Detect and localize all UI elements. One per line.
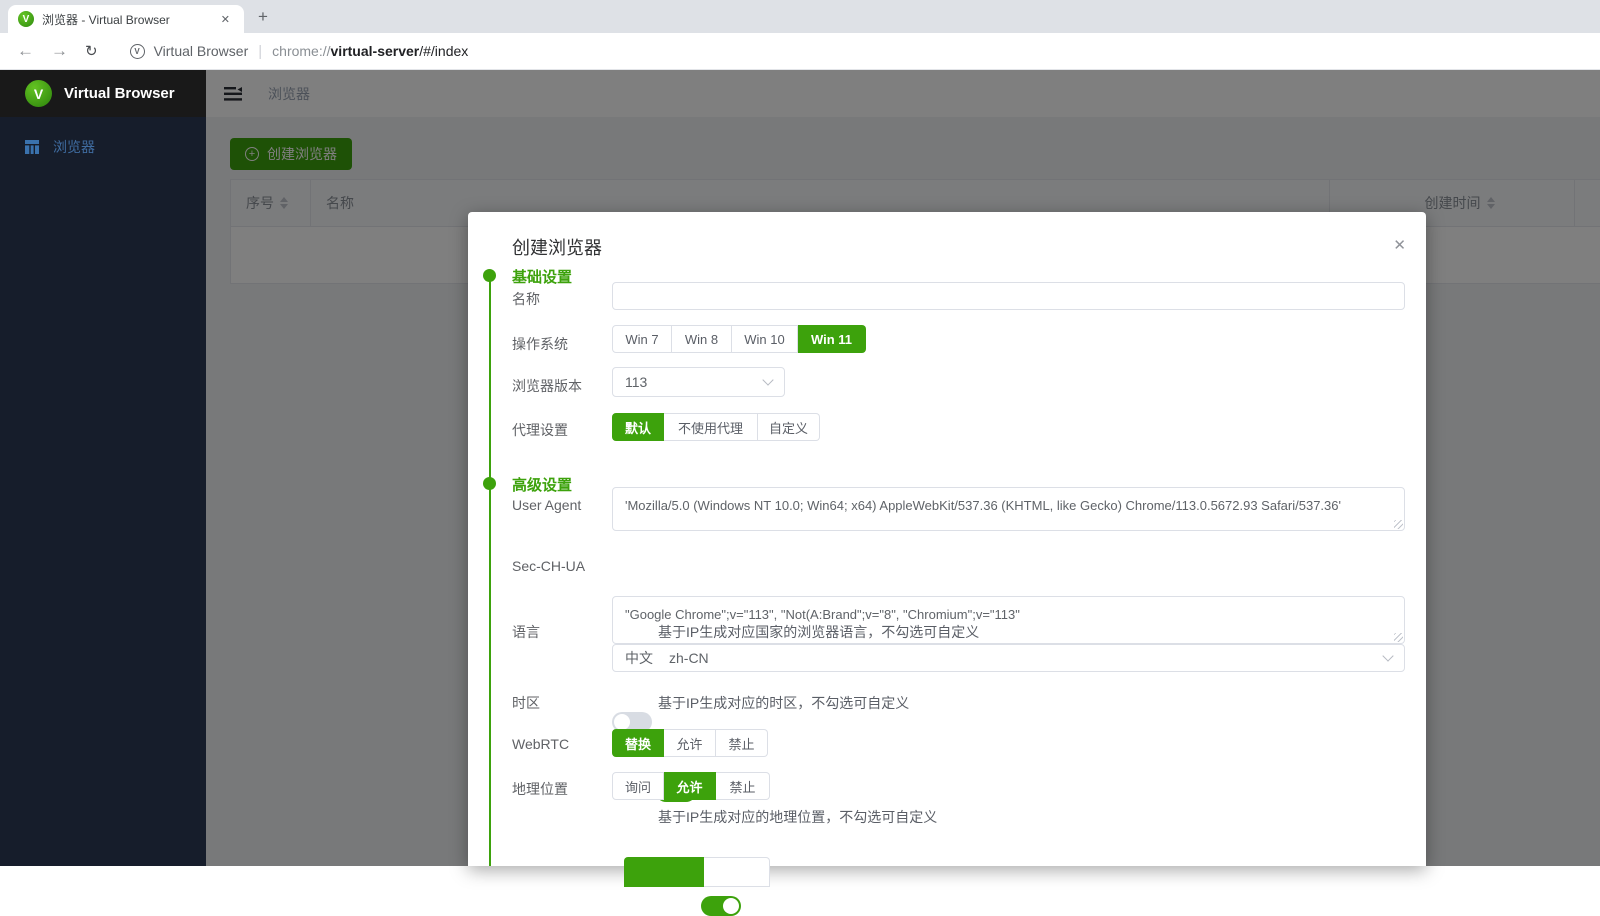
webrtc-option-forbid[interactable]: 禁止 — [716, 729, 768, 757]
table-grid-icon — [25, 140, 39, 154]
chevron-down-icon — [762, 374, 773, 385]
os-option-win8[interactable]: Win 8 — [672, 325, 732, 353]
proxy-button-group: 默认 不使用代理 自定义 — [612, 413, 820, 441]
geolocation-label: 地理位置 — [512, 779, 608, 799]
close-icon[interactable]: ✕ — [1393, 236, 1406, 254]
tab-close-icon[interactable]: ✕ — [217, 11, 234, 28]
tab-title: 浏览器 - Virtual Browser — [42, 11, 217, 28]
back-icon[interactable]: ← — [17, 41, 34, 61]
user-agent-label: User Agent — [512, 497, 608, 513]
proxy-option-custom[interactable]: 自定义 — [758, 413, 820, 441]
partial-selected-button[interactable] — [624, 857, 704, 887]
dialog-title: 创建浏览器 — [512, 234, 602, 260]
section-dot — [483, 477, 496, 490]
url-scheme: chrome:// — [272, 43, 330, 59]
language-label: 语言 — [512, 622, 608, 642]
version-value: 113 — [625, 374, 764, 390]
partial-button[interactable] — [704, 857, 770, 887]
geolocation-hint: 基于IP生成对应的地理位置，不勾选可自定义 — [658, 807, 937, 827]
timezone-label: 时区 — [512, 693, 608, 713]
omnibox-separator: | — [258, 43, 262, 60]
site-badge-icon: V — [130, 44, 145, 59]
new-tab-button[interactable]: + — [252, 6, 274, 28]
user-agent-field-wrap: 'Mozilla/5.0 (Windows NT 10.0; Win64; x6… — [612, 487, 1405, 531]
address-bar[interactable]: chrome://virtual-server/#/index — [272, 43, 468, 59]
forward-icon[interactable]: → — [51, 41, 68, 61]
sidebar-item-browsers[interactable]: 浏览器 — [0, 127, 206, 167]
sec-ch-ua-label: Sec-CH-UA — [512, 558, 608, 574]
geo-option-ask[interactable]: 询问 — [612, 772, 664, 800]
language-code: zh-CN — [669, 650, 1384, 666]
os-option-win7[interactable]: Win 7 — [612, 325, 672, 353]
sidebar: V Virtual Browser 浏览器 — [0, 70, 206, 866]
browser-toolbar: ← → ↻ V Virtual Browser | chrome://virtu… — [0, 33, 1600, 70]
tab-bar: V 浏览器 - Virtual Browser ✕ + — [0, 0, 1600, 33]
geo-option-allow[interactable]: 允许 — [664, 772, 716, 800]
user-agent-textarea[interactable]: 'Mozilla/5.0 (Windows NT 10.0; Win64; x6… — [612, 487, 1405, 531]
webrtc-option-allow[interactable]: 允许 — [664, 729, 716, 757]
reload-icon[interactable]: ↻ — [85, 42, 98, 60]
version-select[interactable]: 113 — [612, 367, 785, 397]
language-value: 中文 — [625, 648, 653, 668]
webrtc-button-group: 替换 允许 禁止 — [612, 729, 768, 757]
webrtc-label: WebRTC — [512, 736, 608, 752]
os-button-group: Win 7 Win 8 Win 10 Win 11 — [612, 325, 866, 353]
favicon-icon: V — [18, 11, 34, 27]
proxy-label: 代理设置 — [512, 420, 608, 440]
chevron-down-icon — [1382, 650, 1393, 661]
url-path: /#/index — [419, 43, 468, 59]
section-heading-basic: 基础设置 — [512, 266, 572, 287]
name-label: 名称 — [512, 289, 608, 309]
proxy-option-none[interactable]: 不使用代理 — [664, 413, 758, 441]
section-heading-advanced: 高级设置 — [512, 474, 572, 495]
version-label: 浏览器版本 — [512, 376, 608, 396]
os-option-win11[interactable]: Win 11 — [798, 325, 866, 353]
geolocation-toggle[interactable] — [701, 896, 741, 916]
brand-header: V Virtual Browser — [0, 70, 206, 117]
timezone-hint: 基于IP生成对应的时区，不勾选可自定义 — [658, 693, 909, 713]
brand-logo-icon: V — [25, 80, 52, 107]
os-label: 操作系统 — [512, 334, 608, 354]
os-option-win10[interactable]: Win 10 — [732, 325, 798, 353]
proxy-option-default[interactable]: 默认 — [612, 413, 664, 441]
timeline-line — [489, 275, 491, 866]
browser-tab[interactable]: V 浏览器 - Virtual Browser ✕ — [8, 5, 244, 33]
sidebar-item-label: 浏览器 — [53, 137, 95, 157]
section-dot — [483, 269, 496, 282]
brand-name: Virtual Browser — [64, 85, 175, 102]
language-hint: 基于IP生成对应国家的浏览器语言，不勾选可自定义 — [658, 622, 979, 642]
partial-button-group[interactable] — [624, 857, 770, 887]
geolocation-button-group: 询问 允许 禁止 — [612, 772, 770, 800]
language-select[interactable]: 中文 zh-CN — [612, 644, 1405, 672]
create-browser-dialog: 创建浏览器 ✕ 基础设置 名称 操作系统 Win 7 Win 8 Win 10 … — [468, 212, 1426, 866]
name-input[interactable] — [612, 282, 1405, 310]
webrtc-option-replace[interactable]: 替换 — [612, 729, 664, 757]
url-host: virtual-server — [331, 43, 420, 59]
geo-option-forbid[interactable]: 禁止 — [716, 772, 770, 800]
omnibox-site-label: Virtual Browser — [154, 43, 249, 59]
